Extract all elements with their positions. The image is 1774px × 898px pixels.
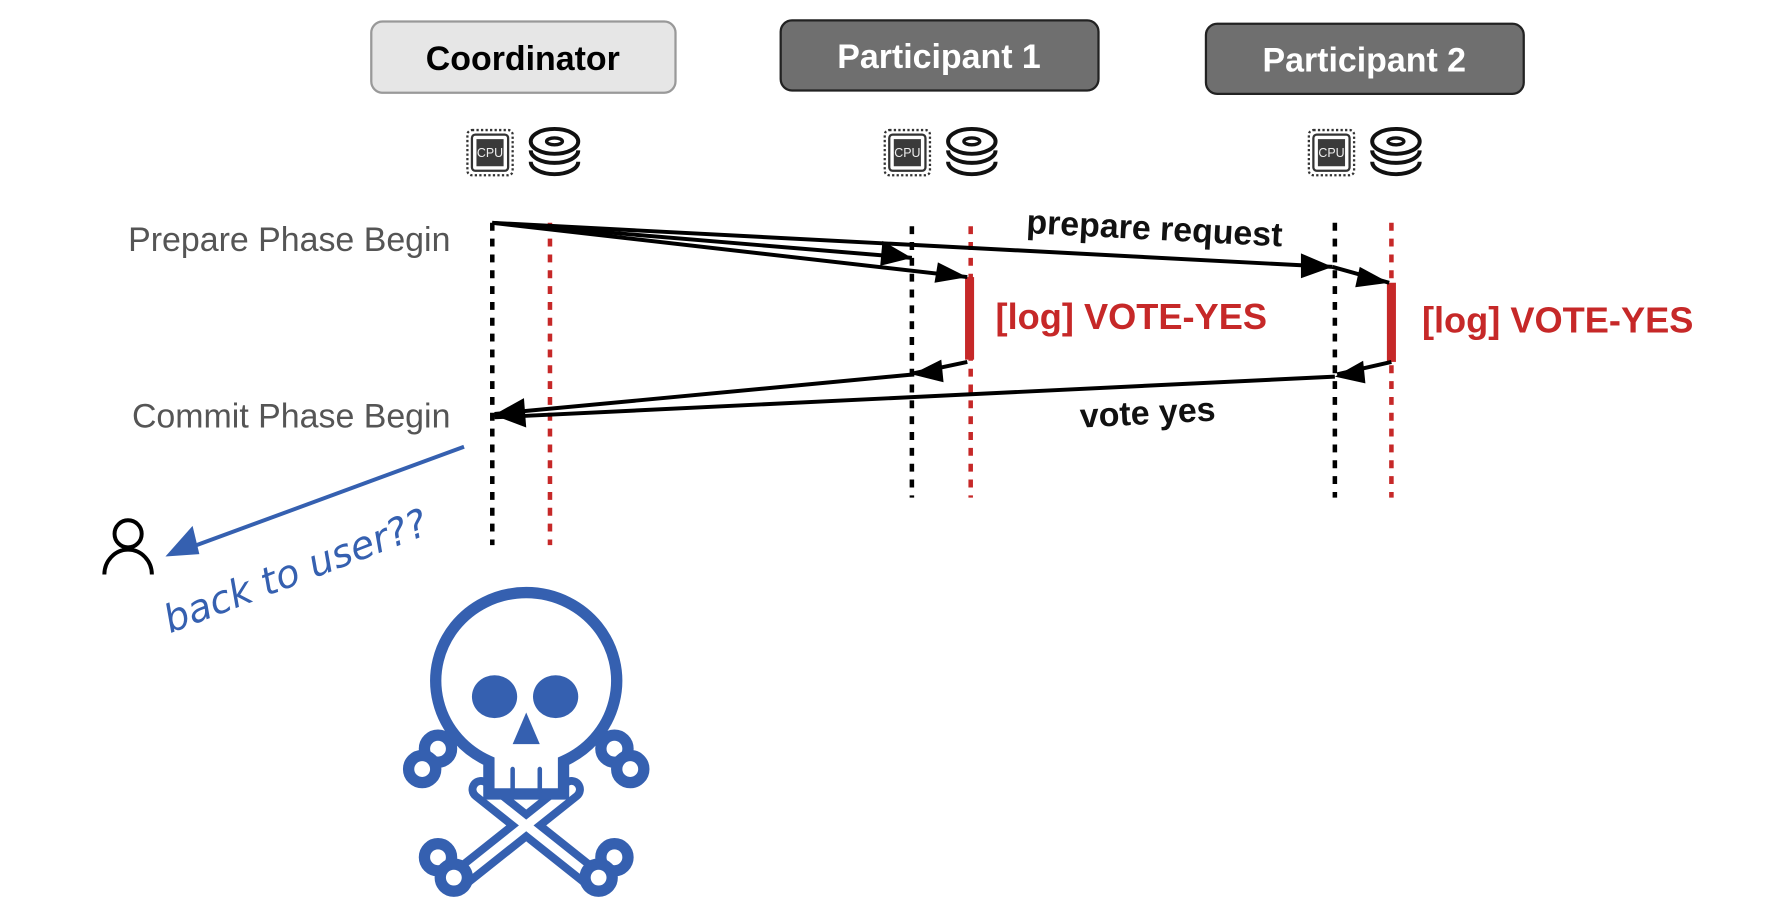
p2-log-label: [log] VOTE-YES <box>1422 300 1693 341</box>
commit-phase-label: Commit Phase Begin <box>132 398 450 436</box>
user-icon <box>102 518 154 575</box>
node-label: Participant 1 <box>837 38 1041 76</box>
node-coordinator: Coordinator <box>370 20 677 94</box>
cpu-icon: CPU <box>883 128 932 177</box>
prepare-phase-label: Prepare Phase Begin <box>128 221 450 259</box>
disk-stack-icon <box>946 126 998 177</box>
cpu-label: CPU <box>477 146 503 160</box>
arrowhead <box>493 398 527 428</box>
vote-yes-label: vote yes <box>1079 391 1217 436</box>
cpu-icon: CPU <box>1307 128 1356 177</box>
skull-crossbones-icon <box>402 586 650 897</box>
back-to-user-label: back to user?? <box>157 501 434 643</box>
arrowhead <box>934 262 968 283</box>
node-label: Participant 2 <box>1263 41 1467 79</box>
node-label: Coordinator <box>426 40 620 78</box>
node-participant-1: Participant 1 <box>779 19 1100 92</box>
cpu-label: CPU <box>1318 146 1344 160</box>
p2-log-bar <box>1386 282 1396 362</box>
disk-stack-icon <box>1370 126 1422 177</box>
p1-log-bar <box>965 277 975 360</box>
node-participant-2: Participant 2 <box>1204 22 1525 96</box>
disk-stack-icon <box>528 126 581 177</box>
cpu-label: CPU <box>894 146 920 160</box>
arrowhead <box>1355 266 1390 288</box>
prepare-request-label: prepare request <box>1026 203 1284 254</box>
arrowhead <box>165 525 200 557</box>
arrowhead <box>1300 253 1333 279</box>
two-phase-commit-diagram: Coordinator Participant 1 Participant 2 … <box>102 19 1693 897</box>
p1-log-label: [log] VOTE-YES <box>996 296 1267 337</box>
cpu-icon: CPU <box>466 128 514 177</box>
